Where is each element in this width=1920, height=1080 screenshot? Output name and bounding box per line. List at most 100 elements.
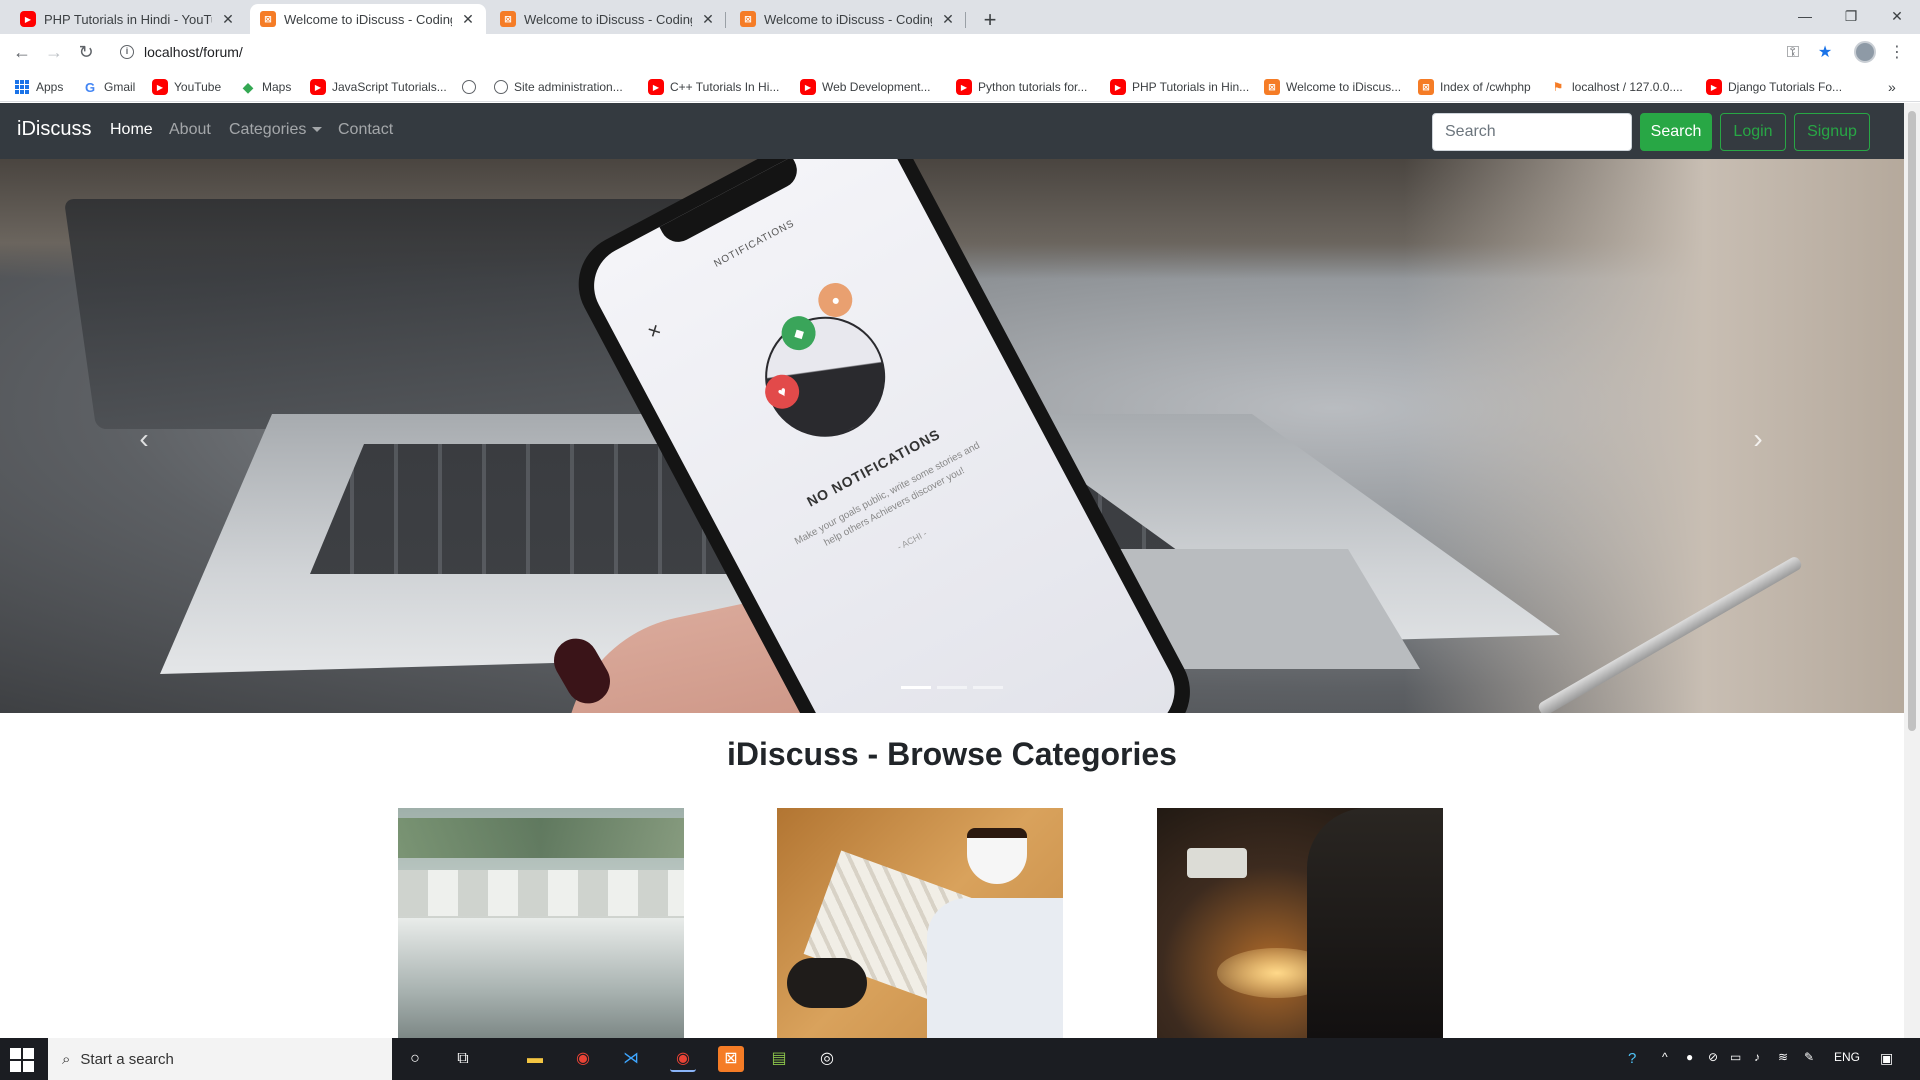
restore-button[interactable]: ❐	[1828, 0, 1874, 34]
window-close-button[interactable]: ✕	[1874, 0, 1920, 34]
signup-button[interactable]: Signup	[1794, 113, 1870, 151]
close-icon[interactable]: ✕	[700, 11, 716, 28]
key-icon[interactable]: ⚿	[1782, 42, 1804, 64]
notepad-icon[interactable]: ▤	[766, 1046, 792, 1072]
hero-carousel: NOTIFICATIONS ✕ ◆ ● ♥ NO NOTIFICATIONS M…	[0, 159, 1904, 713]
task-view-icon[interactable]: ⧉	[450, 1046, 476, 1072]
shirt-shape	[927, 898, 1063, 1038]
tab-idiscuss-3[interactable]: ⊠ Welcome to iDiscuss - Coding Fo ✕	[730, 4, 966, 34]
bookmark-label: Maps	[262, 80, 292, 94]
category-card-image-2	[777, 808, 1063, 1038]
bookmark-apps[interactable]: Apps	[14, 78, 63, 96]
xampp-icon: ⊠	[500, 11, 516, 27]
bookmark-javascript[interactable]: ▶ JavaScript Tutorials...	[310, 78, 447, 96]
nav-categories-label: Categories	[229, 121, 307, 138]
bookmark-cwhphp[interactable]: ⊠ Index of /cwhphp	[1418, 78, 1531, 96]
bookmark-label: Gmail	[104, 80, 136, 94]
carousel-indicator-2[interactable]	[937, 686, 967, 689]
brand-logo[interactable]: iDiscuss	[17, 118, 91, 141]
xampp-icon: ⊠	[260, 11, 276, 27]
app-globe-icon[interactable]: ◎	[814, 1046, 840, 1072]
tab-title: PHP Tutorials in Hindi - YouTube	[44, 11, 212, 27]
windows-start-icon[interactable]	[10, 1048, 34, 1072]
bookmark-label: C++ Tutorials In Hi...	[670, 80, 780, 94]
bookmark-gmail[interactable]: G Gmail	[82, 78, 135, 96]
battery-icon[interactable]: ▭	[1730, 1050, 1741, 1064]
nav-about[interactable]: About	[169, 121, 211, 139]
close-icon[interactable]: ✕	[220, 11, 236, 28]
tab-title: Welcome to iDiscuss - Coding Fo	[524, 11, 692, 27]
profile-avatar[interactable]	[1854, 41, 1876, 63]
taskbar-search-box[interactable]: ⌕ Start a search	[48, 1038, 392, 1080]
chrome-icon[interactable]: ◉	[570, 1046, 596, 1072]
carousel-indicator-1[interactable]	[901, 686, 931, 689]
bookmark-localhost[interactable]: ⚑ localhost / 127.0.0....	[1550, 78, 1683, 96]
nav-contact[interactable]: Contact	[338, 121, 393, 139]
xampp-icon: ⊠	[1418, 79, 1434, 95]
vscode-icon[interactable]: ⋊	[618, 1046, 644, 1072]
carousel-next-chevron-icon[interactable]: ›	[1738, 419, 1778, 459]
xampp-icon: ⊠	[740, 11, 756, 27]
nav-categories-dropdown[interactable]: Categories	[229, 121, 323, 139]
new-tab-button[interactable]: +	[976, 6, 1004, 34]
bookmark-webdev[interactable]: ▶ Web Development...	[800, 78, 931, 96]
bookmark-label: YouTube	[174, 80, 222, 94]
bookmark-star-icon[interactable]: ★	[1814, 42, 1836, 64]
category-card-image-1	[398, 808, 684, 1038]
pen-icon[interactable]: ✎	[1804, 1050, 1814, 1064]
bookmark-idiscuss[interactable]: ⊠ Welcome to iDiscus...	[1264, 78, 1401, 96]
bookmark-django[interactable]: ▶ Django Tutorials Fo...	[1706, 78, 1842, 96]
search-button[interactable]: Search	[1640, 113, 1712, 151]
tab-php-tutorials[interactable]: ▶ PHP Tutorials in Hindi - YouTube ✕	[10, 4, 246, 34]
minimize-button[interactable]: —	[1782, 0, 1828, 34]
page-scrollbar[interactable]	[1904, 103, 1920, 1038]
info-icon[interactable]: i	[120, 45, 134, 59]
close-icon[interactable]: ✕	[460, 11, 476, 28]
bookmark-globe[interactable]	[462, 78, 476, 96]
youtube-icon: ▶	[800, 79, 816, 95]
bookmark-php[interactable]: ▶ PHP Tutorials in Hin...	[1110, 78, 1249, 96]
bookmarks-overflow-icon[interactable]: »	[1888, 78, 1896, 96]
bookmark-maps[interactable]: ◆ Maps	[240, 78, 292, 96]
forward-button[interactable]: →	[40, 38, 68, 66]
address-bar[interactable]: i localhost/forum/	[110, 38, 1770, 66]
volume-icon[interactable]: ♪	[1754, 1050, 1760, 1064]
login-button[interactable]: Login	[1720, 113, 1786, 151]
search-input[interactable]	[1432, 113, 1632, 151]
notifications-icon[interactable]: ▣	[1880, 1050, 1893, 1067]
youtube-icon: ▶	[648, 79, 664, 95]
tab-idiscuss-2[interactable]: ⊠ Welcome to iDiscuss - Coding Fo ✕	[490, 4, 726, 34]
antivirus-icon[interactable]: ⊘	[1708, 1050, 1718, 1064]
address-text: localhost/forum/	[144, 44, 243, 60]
apps-icon	[14, 79, 30, 95]
cortana-icon[interactable]: ○	[402, 1046, 428, 1072]
carousel-indicator-3[interactable]	[973, 686, 1003, 689]
back-button[interactable]: ←	[8, 38, 36, 66]
carousel-prev-chevron-icon[interactable]: ‹	[124, 419, 164, 459]
microphone-icon[interactable]: ●	[1686, 1050, 1693, 1064]
reload-button[interactable]: ↻	[72, 38, 100, 66]
nav-home[interactable]: Home	[110, 121, 153, 139]
menu-kebab-icon[interactable]: ⋮	[1886, 42, 1908, 64]
bookmark-python[interactable]: ▶ Python tutorials for...	[956, 78, 1087, 96]
shoe-shape	[787, 958, 867, 1008]
xampp-taskbar-icon[interactable]: ⊠	[718, 1046, 744, 1072]
xampp-icon: ⊠	[1264, 79, 1280, 95]
bookmark-cpp[interactable]: ▶ C++ Tutorials In Hi...	[648, 78, 779, 96]
wifi-icon[interactable]: ≋	[1778, 1050, 1788, 1064]
carousel-indicators	[0, 686, 1904, 689]
tray-expand-icon[interactable]: ^	[1662, 1050, 1668, 1064]
chrome-active-icon[interactable]: ◉	[670, 1046, 696, 1072]
bookmark-site-admin[interactable]: Site administration...	[494, 78, 623, 96]
help-icon[interactable]: ?	[1628, 1050, 1636, 1067]
close-icon: ✕	[644, 321, 665, 343]
close-icon[interactable]: ✕	[940, 11, 956, 28]
scrollbar-thumb[interactable]	[1908, 111, 1916, 731]
water-foam-shape	[398, 918, 684, 1038]
taskbar-search-placeholder: Start a search	[80, 1050, 174, 1068]
language-indicator[interactable]: ENG	[1834, 1050, 1860, 1064]
trees-shape	[398, 818, 684, 858]
bookmark-youtube[interactable]: ▶ YouTube	[152, 78, 221, 96]
file-explorer-icon[interactable]: ▬	[522, 1046, 548, 1072]
tab-idiscuss-active[interactable]: ⊠ Welcome to iDiscuss - Coding Fo ✕	[250, 4, 486, 34]
